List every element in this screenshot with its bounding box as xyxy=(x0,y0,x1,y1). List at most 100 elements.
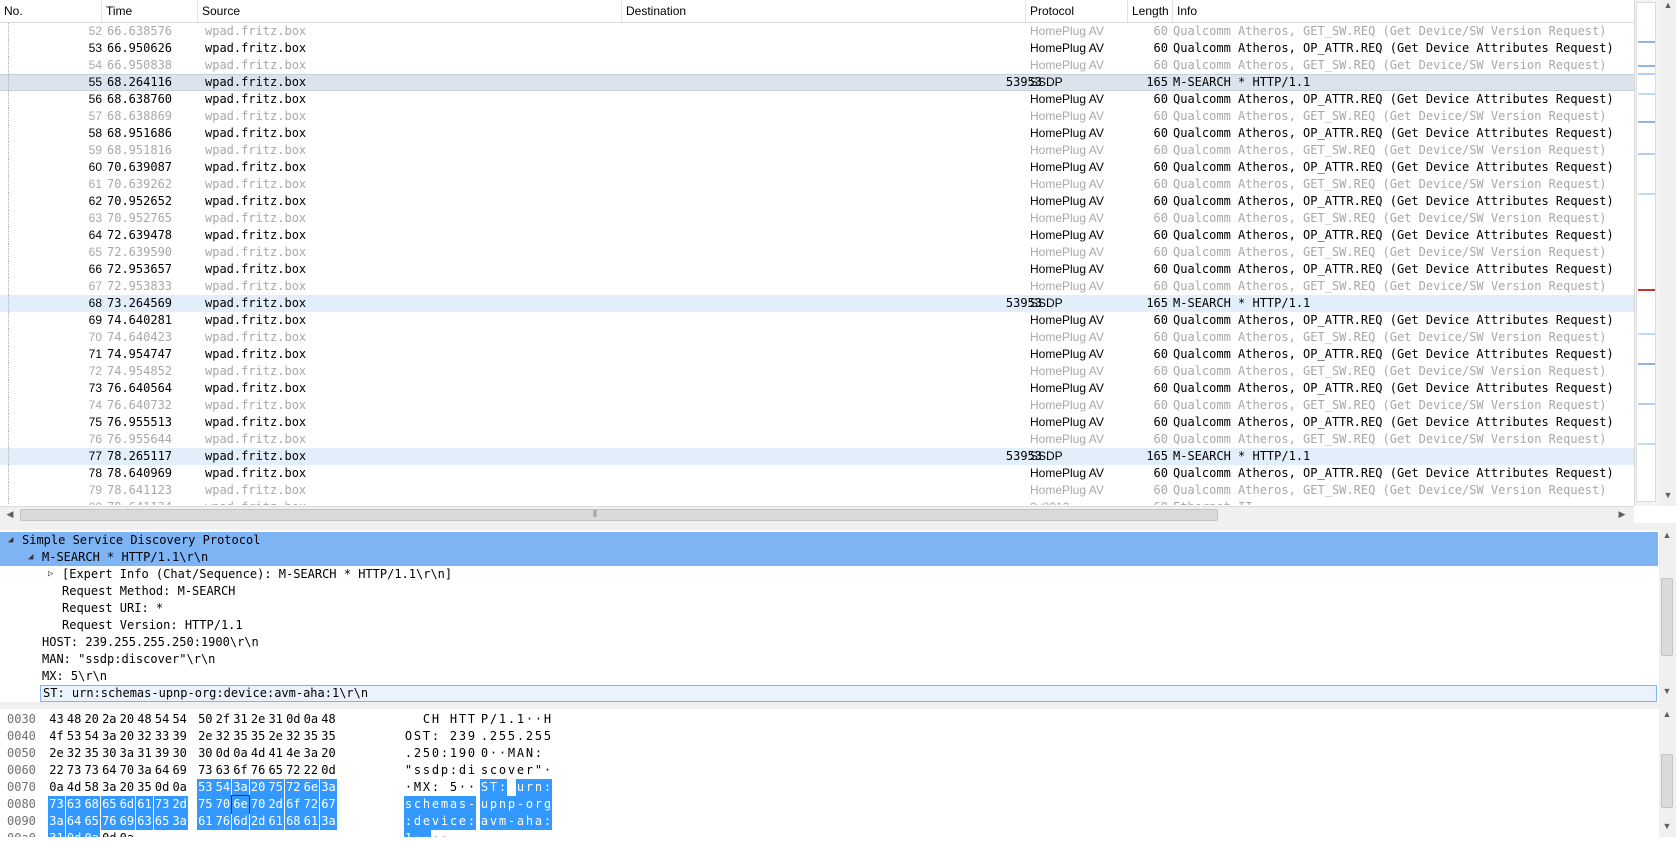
ascii-char[interactable]: 5 xyxy=(449,779,458,796)
hex-byte[interactable]: 3a xyxy=(136,762,153,779)
ascii-char[interactable]: e xyxy=(422,813,431,830)
hex-byte[interactable]: 73 xyxy=(197,762,214,779)
hex-byte[interactable]: 54 xyxy=(214,779,232,796)
ascii-char[interactable]: c xyxy=(449,813,458,830)
ascii-char[interactable]: 5 xyxy=(543,728,552,745)
hex-byte[interactable]: 41 xyxy=(267,745,284,762)
packet-row[interactable]: 71 74.954747 wpad.fritz.box HomePlug AV 60 Qu… xyxy=(0,346,1634,363)
hex-byte[interactable]: 0d xyxy=(214,745,231,762)
hex-byte[interactable]: 0d xyxy=(320,762,337,779)
ascii-char[interactable]: . xyxy=(507,711,516,728)
hex-byte[interactable]: 6d xyxy=(118,796,136,813)
hex-byte[interactable]: 61 xyxy=(302,813,320,830)
hex-byte[interactable]: 20 xyxy=(118,779,135,796)
ascii-char[interactable]: o xyxy=(498,762,507,779)
bytes-scroll-thumb[interactable] xyxy=(1661,754,1673,808)
hex-byte[interactable]: 31 xyxy=(232,711,249,728)
hex-byte[interactable]: 2e xyxy=(250,711,267,728)
hex-byte[interactable]: 2e xyxy=(267,728,284,745)
hex-byte[interactable]: 6f xyxy=(284,796,302,813)
hex-byte[interactable]: 2d xyxy=(267,796,285,813)
hex-byte[interactable]: 6f xyxy=(232,762,249,779)
hex-byte[interactable]: 0d xyxy=(65,830,83,837)
hex-byte[interactable]: 67 xyxy=(320,796,337,813)
ascii-char[interactable]: n xyxy=(534,779,543,796)
ascii-char[interactable]: · xyxy=(489,745,498,762)
ascii-char[interactable]: 1 xyxy=(404,830,413,837)
packet-row[interactable]: 69 74.640281 wpad.fritz.box HomePlug AV 60 Qu… xyxy=(0,312,1634,329)
ascii-char[interactable]: X xyxy=(422,779,431,796)
ascii-char[interactable]: 9 xyxy=(467,728,476,745)
hex-byte[interactable]: 20 xyxy=(320,745,337,762)
hex-byte[interactable]: 20 xyxy=(118,711,135,728)
ascii-char[interactable]: c xyxy=(489,762,498,779)
pane-splitter-top[interactable] xyxy=(0,523,1676,530)
ascii-char[interactable]: 3 xyxy=(458,728,467,745)
hex-byte[interactable]: 76 xyxy=(100,813,118,830)
ascii-char[interactable]: v xyxy=(489,813,498,830)
hex-byte[interactable]: 54 xyxy=(83,728,100,745)
scroll-left-icon[interactable]: ◀ xyxy=(2,509,18,520)
packet-row[interactable]: 79 78.641123 wpad.fritz.box HomePlug AV 60 Qu… xyxy=(0,482,1634,499)
hex-byte[interactable]: 58 xyxy=(83,779,100,796)
hex-byte[interactable]: 69 xyxy=(171,762,188,779)
hex-byte[interactable]: 69 xyxy=(118,813,136,830)
packet-row[interactable]: 77 78.265117 wpad.fritz.box 53953 SSDP 165 M-S… xyxy=(0,448,1634,465)
scroll-down-icon[interactable]: ▼ xyxy=(1659,686,1675,696)
ascii-char[interactable]: a xyxy=(480,813,489,830)
hex-byte[interactable]: 35 xyxy=(136,779,153,796)
detail-tree-item[interactable]: MAN: "ssdp:discover"\r\n xyxy=(0,651,1658,668)
ascii-char[interactable]: r xyxy=(534,796,543,813)
hex-byte[interactable]: 31 xyxy=(136,745,153,762)
ascii-char[interactable]: i xyxy=(467,762,476,779)
ascii-char[interactable]: p xyxy=(440,762,449,779)
packet-list[interactable]: No. Time Source Destination Protocol Len… xyxy=(0,0,1634,506)
ascii-char[interactable]: n xyxy=(498,796,507,813)
column-header-time[interactable]: Time xyxy=(102,0,198,22)
hex-byte[interactable]: 63 xyxy=(65,796,83,813)
hex-byte[interactable]: 73 xyxy=(66,762,83,779)
ascii-char[interactable]: : xyxy=(498,779,507,796)
horizontal-scroll-thumb[interactable] xyxy=(20,509,1218,521)
packet-row[interactable]: 52 66.638576 wpad.fritz.box HomePlug AV 60 Qu… xyxy=(0,23,1634,40)
hex-byte[interactable]: 35 xyxy=(232,728,249,745)
ascii-char[interactable]: g xyxy=(543,796,552,813)
ascii-char[interactable]: 5 xyxy=(498,728,507,745)
hex-byte[interactable]: 4f xyxy=(48,728,65,745)
hex-byte[interactable]: 35 xyxy=(250,728,267,745)
ascii-char[interactable]: 0 xyxy=(431,745,440,762)
ascii-char[interactable]: · xyxy=(422,830,431,837)
ascii-char[interactable]: T xyxy=(489,779,498,796)
detail-tree-item[interactable]: MX: 5\r\n xyxy=(0,668,1658,685)
hex-byte[interactable]: 4e xyxy=(285,745,302,762)
ascii-char[interactable]: 1 xyxy=(516,711,525,728)
ascii-char[interactable]: 1 xyxy=(449,745,458,762)
packet-list-minimap[interactable] xyxy=(1636,2,1656,502)
ascii-char[interactable]: r xyxy=(525,762,534,779)
hex-byte[interactable]: 2a xyxy=(101,711,118,728)
hex-byte[interactable]: 76 xyxy=(250,762,267,779)
hex-byte[interactable]: 30 xyxy=(101,745,118,762)
ascii-char[interactable]: · xyxy=(440,830,449,837)
ascii-char[interactable]: s xyxy=(413,762,422,779)
ascii-char[interactable]: : xyxy=(449,762,458,779)
details-scroll-thumb[interactable] xyxy=(1661,578,1673,656)
ascii-char[interactable]: : xyxy=(467,813,476,830)
ascii-char[interactable]: h xyxy=(422,796,431,813)
hex-byte[interactable]: 64 xyxy=(65,813,83,830)
packet-row[interactable]: 78 78.640969 wpad.fritz.box HomePlug AV 60 Qu… xyxy=(0,465,1634,482)
hex-byte[interactable]: 61 xyxy=(136,796,153,813)
ascii-char[interactable]: " xyxy=(534,762,543,779)
packet-details-pane[interactable]: ◢ Simple Service Discovery Protocol ◢ M-SEA… xyxy=(0,530,1658,702)
ascii-char[interactable]: : xyxy=(543,813,552,830)
hex-byte[interactable]: 61 xyxy=(267,813,285,830)
ascii-char[interactable]: - xyxy=(467,796,476,813)
ascii-char[interactable]: · xyxy=(467,779,476,796)
hex-byte[interactable]: 0a xyxy=(232,745,249,762)
hex-byte[interactable]: 3a xyxy=(171,813,189,830)
bytes-row[interactable]: 0070 0a 4d 58 3a 20 35 0d 0a 53 54 3a 20 75 72 6e 3a · M X:… xyxy=(0,779,700,796)
ascii-char[interactable]: 5 xyxy=(534,728,543,745)
column-header-no[interactable]: No. xyxy=(0,0,102,22)
hex-byte[interactable]: 22 xyxy=(302,762,319,779)
hex-byte[interactable]: 64 xyxy=(154,762,171,779)
